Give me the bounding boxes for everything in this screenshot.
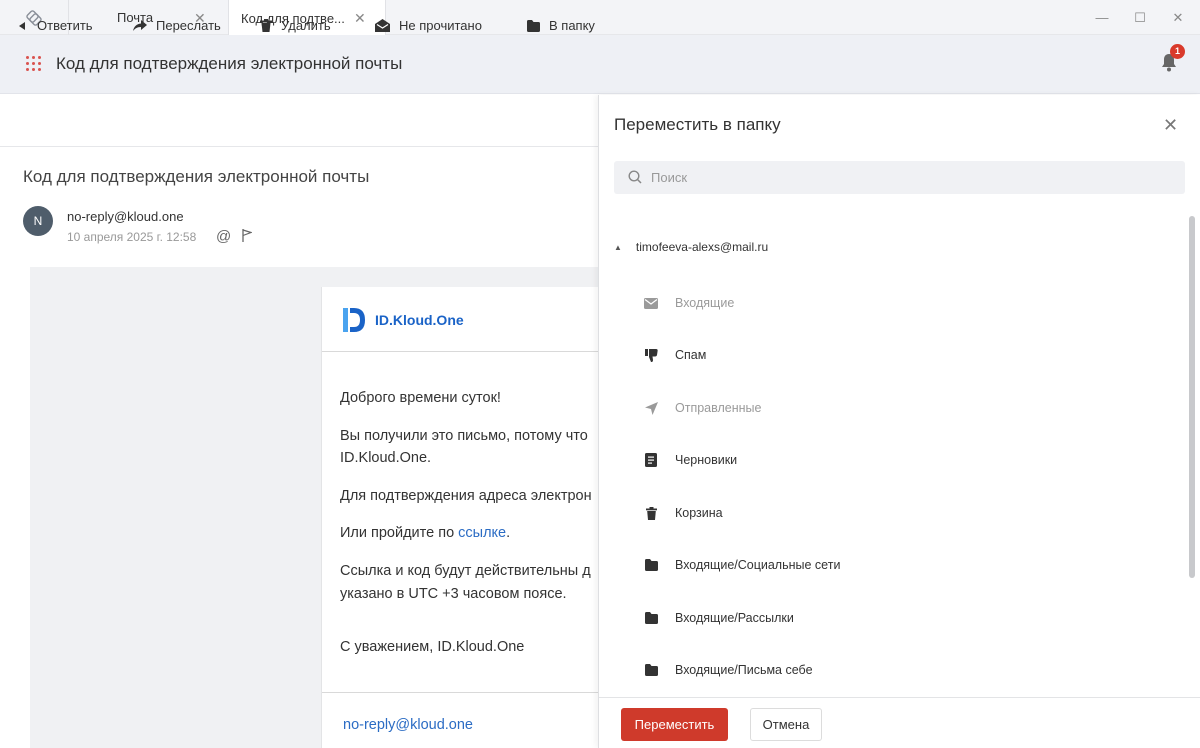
mail-card <box>321 287 598 748</box>
minimize-icon[interactable]: — <box>1094 10 1110 26</box>
folder-search-input[interactable] <box>614 161 1185 194</box>
brand-name: ID.Kloud.One <box>375 312 464 328</box>
paragraph-line: Ссылка и код будут действительны д <box>340 563 591 579</box>
delete-button[interactable]: Удалить <box>260 18 331 33</box>
reply-button[interactable]: Ответить <box>18 18 93 33</box>
folder-item-inbox: Входящие <box>644 296 734 310</box>
folder-label: Корзина <box>675 506 723 520</box>
paragraph-text: Или пройдите по <box>340 525 459 541</box>
confirm-link[interactable]: ссылке <box>458 525 506 541</box>
brand-logo: ID.Kloud.One <box>343 308 464 332</box>
folder-item-drafts[interactable]: Черновики <box>644 453 737 467</box>
account-node[interactable]: ▲ timofeeva-alexs@mail.ru <box>614 240 768 254</box>
notification-badge: 1 <box>1170 44 1185 59</box>
folder-label: Входящие <box>675 296 735 310</box>
folder-label: Входящие/Письма себе <box>675 663 813 677</box>
panel-scrollbar[interactable] <box>1189 216 1195 578</box>
kloud-logo-icon <box>343 308 365 332</box>
card-divider <box>322 351 598 352</box>
page-title: Код для подтверждения электронной почты <box>56 54 403 73</box>
at-icon[interactable]: @ <box>216 228 231 245</box>
delete-label: Удалить <box>281 18 331 33</box>
sender-address[interactable]: no-reply@kloud.one <box>67 209 184 224</box>
folder-item-notes-to-self[interactable]: Входящие/Письма себе <box>644 663 813 677</box>
thumbs-down-icon <box>644 348 658 362</box>
mark-unread-label: Не прочитано <box>399 18 482 33</box>
folder-icon <box>644 663 658 677</box>
signature: С уважением, ID.Kloud.One <box>340 639 525 655</box>
cancel-button[interactable]: Отмена <box>750 708 822 741</box>
paragraph-line: Вы получили это письмо, потому что <box>340 428 588 444</box>
move-button[interactable]: Переместить <box>621 708 728 741</box>
flag-icon[interactable] <box>242 229 252 242</box>
folder-label: Спам <box>675 348 707 362</box>
folder-item-newsletters[interactable]: Входящие/Рассылки <box>644 611 794 625</box>
folder-item-social[interactable]: Входящие/Социальные сети <box>644 558 840 572</box>
greeting: Доброго времени суток! <box>340 390 501 406</box>
card-divider <box>322 692 598 693</box>
panel-title: Переместить в папку <box>614 115 781 134</box>
folder-label: Отправленные <box>675 401 762 415</box>
footer-email-link[interactable]: no-reply@kloud.one <box>343 717 473 733</box>
paragraph-line: Для подтверждения адреса электрон <box>340 488 592 504</box>
forward-label: Переслать <box>156 18 221 33</box>
move-to-folder-label: В папку <box>549 18 595 33</box>
caret-up-icon[interactable]: ▲ <box>614 243 622 252</box>
folder-label: Черновики <box>675 453 738 467</box>
search-icon <box>628 170 642 184</box>
apps-grid-icon[interactable] <box>26 56 41 71</box>
folder-label: Входящие/Социальные сети <box>675 558 841 572</box>
folder-item-sent: Отправленные <box>644 401 761 415</box>
open-envelope-icon <box>375 19 390 32</box>
paragraph-link-line: Или пройдите по ссылке. <box>340 523 510 544</box>
envelope-icon <box>644 296 658 310</box>
close-window-icon[interactable]: ✕ <box>1170 10 1186 26</box>
folder-label: Входящие/Рассылки <box>675 611 794 625</box>
trash-icon <box>260 19 272 32</box>
folder-item-trash[interactable]: Корзина <box>644 506 723 520</box>
paragraph-line: указано в UTC +3 часовом поясе. <box>340 586 567 602</box>
folder-icon <box>644 558 658 572</box>
avatar: N <box>23 206 53 236</box>
close-icon[interactable]: ✕ <box>354 11 366 25</box>
account-email: timofeeva-alexs@mail.ru <box>635 240 769 254</box>
maximize-icon[interactable]: ☐ <box>1132 10 1148 26</box>
forward-icon <box>133 19 147 31</box>
paragraph-line: ID.Kloud.One. <box>340 450 432 466</box>
paper-plane-icon <box>644 401 658 415</box>
folder-icon <box>527 19 540 32</box>
reply-icon <box>19 21 25 30</box>
trash-icon <box>644 506 658 520</box>
message-date: 10 апреля 2025 г. 12:58 <box>67 230 197 244</box>
folder-icon <box>644 611 658 625</box>
message-subject: Код для подтверждения электронной почты <box>23 167 370 186</box>
move-to-folder-button[interactable]: В папку <box>527 18 595 33</box>
paragraph-text: . <box>506 525 511 541</box>
draft-icon <box>644 453 658 467</box>
forward-button[interactable]: Переслать <box>133 18 221 33</box>
mark-unread-button[interactable]: Не прочитано <box>375 18 482 33</box>
reply-label: Ответить <box>37 18 93 33</box>
message-toolbar <box>0 95 598 147</box>
close-icon[interactable]: ✕ <box>1163 116 1178 134</box>
folder-item-spam[interactable]: Спам <box>644 348 706 362</box>
